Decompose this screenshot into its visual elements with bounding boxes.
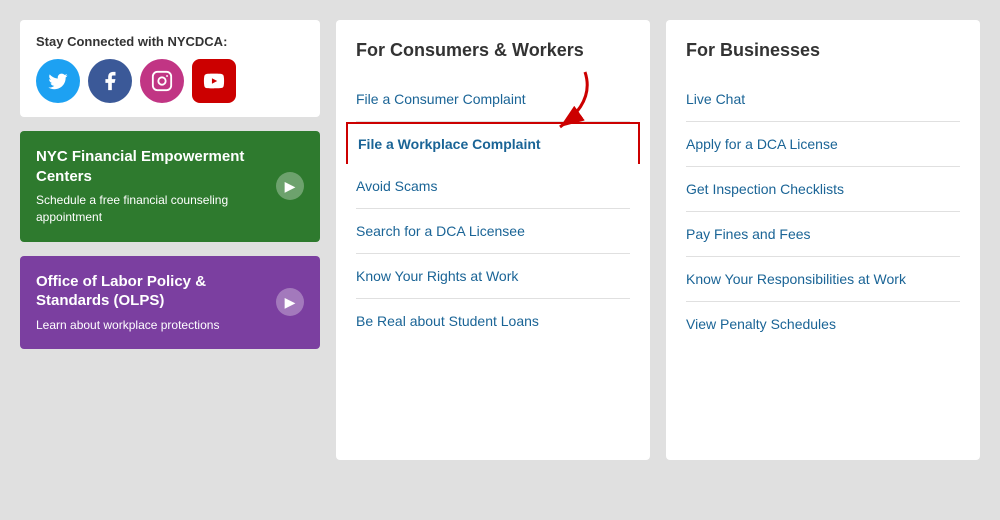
green-card-arrow: ▶ [276, 172, 304, 200]
twitter-icon[interactable] [36, 59, 80, 103]
facebook-icon[interactable] [88, 59, 132, 103]
social-title: Stay Connected with NYCDCA: [36, 34, 304, 49]
view-penalty-schedules-link[interactable]: View Penalty Schedules [686, 302, 960, 346]
businesses-title: For Businesses [686, 40, 960, 61]
instagram-icon[interactable] [140, 59, 184, 103]
get-inspection-checklists-link[interactable]: Get Inspection Checklists [686, 167, 960, 212]
financial-empowerment-card[interactable]: NYC Financial Empowerment Centers Schedu… [20, 131, 320, 242]
green-card-title: NYC Financial Empowerment Centers [36, 147, 266, 186]
live-chat-link[interactable]: Live Chat [686, 77, 960, 122]
highlighted-item-wrapper: File a Workplace Complaint [356, 122, 630, 164]
middle-column: For Consumers & Workers File a Consumer … [336, 20, 650, 460]
consumers-workers-title: For Consumers & Workers [356, 40, 630, 61]
search-dca-licensee-link[interactable]: Search for a DCA Licensee [356, 209, 630, 254]
social-section: Stay Connected with NYCDCA: [20, 20, 320, 117]
file-workplace-complaint-link[interactable]: File a Workplace Complaint [346, 122, 640, 164]
pay-fines-fees-link[interactable]: Pay Fines and Fees [686, 212, 960, 257]
avoid-scams-link[interactable]: Avoid Scams [356, 164, 630, 209]
purple-card-title: Office of Labor Policy & Standards (OLPS… [36, 272, 266, 311]
purple-card-arrow: ▶ [276, 288, 304, 316]
apply-dca-license-link[interactable]: Apply for a DCA License [686, 122, 960, 167]
left-column: Stay Connected with NYCDCA: NYC Financia… [20, 20, 320, 349]
know-rights-work-link[interactable]: Know Your Rights at Work [356, 254, 630, 299]
youtube-icon[interactable] [192, 59, 236, 103]
green-card-desc: Schedule a free financial counseling app… [36, 192, 266, 226]
consumers-menu: File a Consumer Complaint File a Workpla… [356, 77, 630, 343]
student-loans-link[interactable]: Be Real about Student Loans [356, 299, 630, 343]
right-column: For Businesses Live Chat Apply for a DCA… [666, 20, 980, 460]
social-icons-row [36, 59, 304, 103]
olps-card[interactable]: Office of Labor Policy & Standards (OLPS… [20, 256, 320, 350]
know-responsibilities-link[interactable]: Know Your Responsibilities at Work [686, 257, 960, 302]
main-container: Stay Connected with NYCDCA: NYC Financia… [20, 20, 980, 500]
purple-card-desc: Learn about workplace protections [36, 317, 266, 334]
